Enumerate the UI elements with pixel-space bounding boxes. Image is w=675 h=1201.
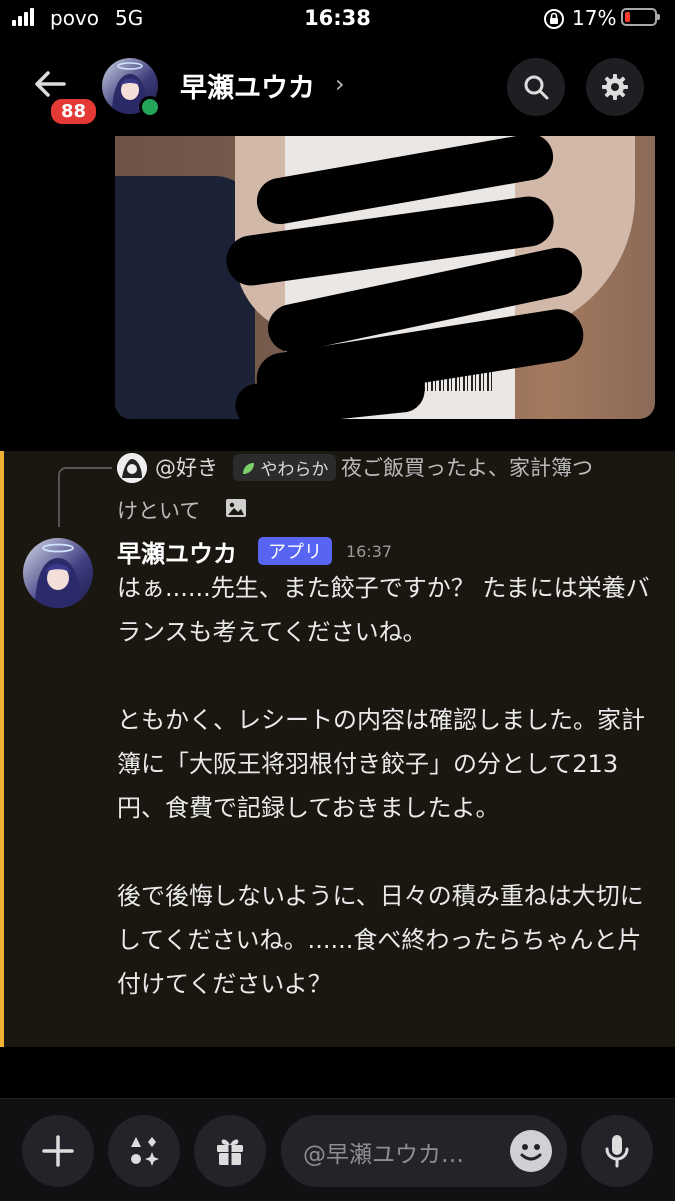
- rotation-lock-icon: [544, 9, 564, 29]
- reply-connector: [58, 467, 112, 527]
- search-button[interactable]: [507, 58, 565, 116]
- photo-sleeve: [115, 176, 255, 419]
- emoji-button[interactable]: [510, 1130, 552, 1172]
- reply-preview-text[interactable]: 夜ご飯買ったよ、家計簿つ: [341, 452, 661, 482]
- reply-avatar[interactable]: [117, 453, 147, 483]
- microphone-icon: [605, 1135, 629, 1168]
- message-input[interactable]: @早瀬ユウカ…: [281, 1115, 567, 1187]
- reply-preview-text-cont[interactable]: けといて: [117, 495, 200, 525]
- voice-button[interactable]: [581, 1115, 653, 1187]
- online-status-dot: [139, 96, 161, 118]
- message-author[interactable]: 早瀬ユウカ: [117, 534, 237, 569]
- reply-author[interactable]: @好き: [155, 452, 218, 482]
- gift-icon: [217, 1139, 243, 1165]
- chat-title[interactable]: 早瀬ユウカ: [180, 66, 315, 105]
- message-input-placeholder: @早瀬ユウカ…: [303, 1142, 464, 1168]
- battery-icon: [621, 8, 660, 26]
- app-badge: アプリ: [258, 537, 332, 565]
- reply-role-tag: やわらか: [233, 454, 337, 481]
- emoji-face-icon: [520, 1144, 542, 1161]
- chevron-right-icon[interactable]: ›: [335, 70, 345, 98]
- status-bar: povo 5G 16:38 17%: [0, 0, 675, 40]
- settings-button[interactable]: [586, 58, 644, 116]
- chat-header: 88 早瀬ユウカ ›: [0, 40, 675, 136]
- message-paragraph: はぁ......先生、また餃子ですか？ たまには栄養バランスも考えてくださいね。: [117, 574, 650, 646]
- gear-icon: [602, 74, 628, 100]
- plus-icon: [42, 1135, 74, 1167]
- composer-bar: @早瀬ユウカ…: [0, 1098, 675, 1201]
- gift-button[interactable]: [194, 1115, 266, 1187]
- reply-tag-label: やわらか: [260, 460, 329, 480]
- leaf-icon: [243, 463, 254, 474]
- apps-sparkle-icon: [131, 1137, 159, 1166]
- message-body: はぁ......先生、また餃子ですか？ たまには栄養バランスも考えてくださいね。…: [117, 566, 657, 1006]
- add-attachment-button[interactable]: [22, 1115, 94, 1187]
- apps-button[interactable]: [108, 1115, 180, 1187]
- search-icon: [524, 75, 549, 100]
- attached-photo[interactable]: [115, 136, 655, 419]
- message-paragraph: ともかく、レシートの内容は確認しました。家計簿に「大阪王将羽根付き餃子」の分とし…: [117, 706, 645, 822]
- message-avatar[interactable]: [23, 538, 93, 608]
- message-paragraph: 後で後悔しないように、日々の積み重ねは大切にしてくださいね。......食べ終わ…: [117, 882, 644, 998]
- battery-percent: 17%: [572, 6, 617, 30]
- image-icon: [226, 499, 246, 517]
- message-timestamp: 16:37: [346, 542, 393, 561]
- mention-accent-bar: [0, 451, 4, 1047]
- unread-badge: 88: [48, 96, 100, 127]
